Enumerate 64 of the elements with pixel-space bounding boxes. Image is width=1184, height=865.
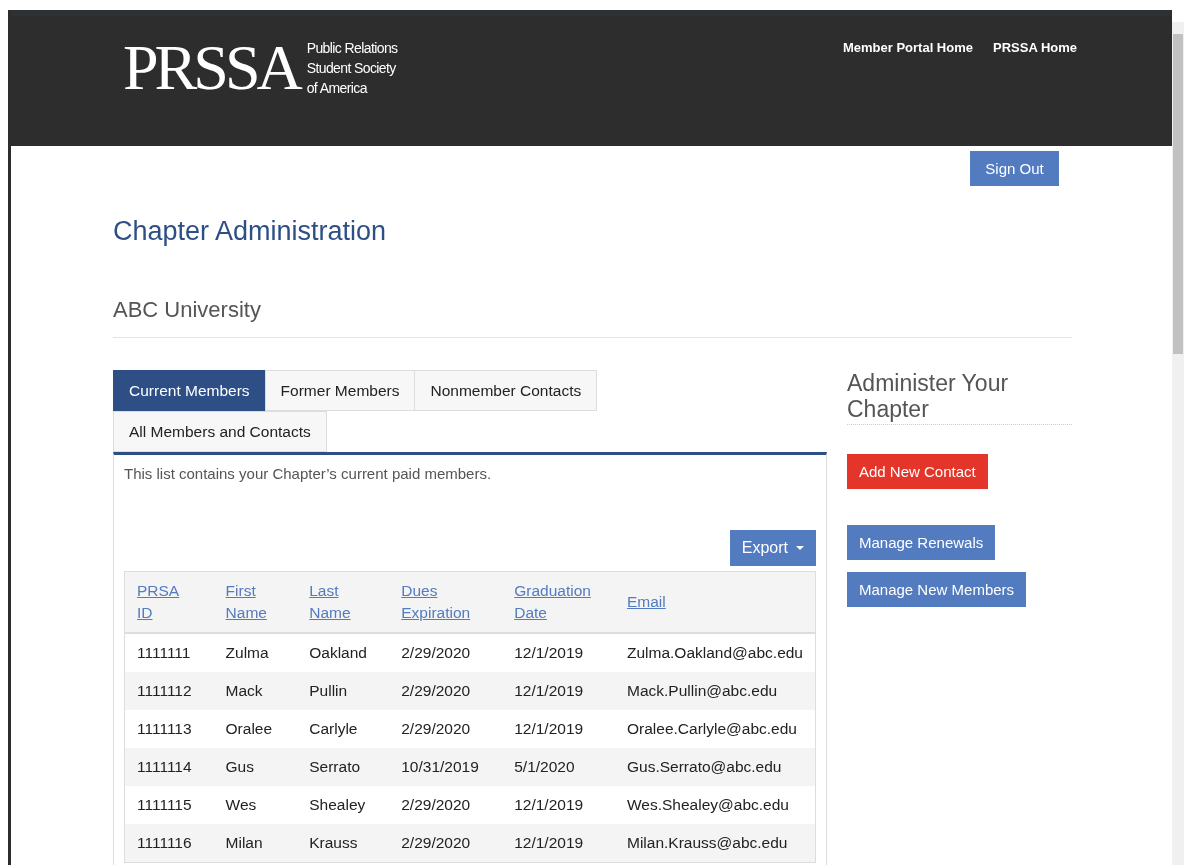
table-cell: Milan.Krauss@abc.edu bbox=[627, 834, 788, 851]
column-header-link[interactable]: Last Name bbox=[309, 580, 351, 624]
sidebar-title: Administer Your Chapter bbox=[847, 370, 1072, 425]
table-cell: 2/29/2020 bbox=[401, 834, 471, 851]
table-cell: 10/31/2019 bbox=[401, 758, 479, 775]
description-text: This list contains your Chapter’s current paid members. bbox=[124, 465, 493, 482]
chapter-name: ABC University bbox=[113, 297, 1073, 338]
column-header-link[interactable]: Email bbox=[627, 591, 666, 613]
nav-link[interactable]: PRSSA Home bbox=[993, 40, 1078, 55]
caret-icon bbox=[796, 546, 804, 550]
table-cell: Wes bbox=[225, 796, 257, 813]
logo-tagline: Public Relations bbox=[306, 39, 398, 58]
table-cell: 12/1/2019 bbox=[514, 720, 584, 737]
logo-tagline: Student Society bbox=[306, 59, 397, 78]
sign-out-button[interactable]: Sign Out bbox=[970, 151, 1060, 186]
table-cell: Gus bbox=[225, 758, 254, 775]
scrollbar-thumb[interactable] bbox=[1173, 34, 1183, 354]
scrollbar[interactable] bbox=[1172, 22, 1184, 865]
tab[interactable]: Nonmember Contacts bbox=[414, 370, 598, 411]
table-cell: Pullin bbox=[309, 682, 348, 699]
action-button[interactable]: Manage Renewals bbox=[847, 525, 996, 560]
table-cell: Gus.Serrato@abc.edu bbox=[627, 758, 782, 775]
nav-link[interactable]: Member Portal Home bbox=[842, 40, 973, 55]
table-cell: 2/29/2020 bbox=[401, 682, 471, 699]
table-cell: 1111116 bbox=[137, 834, 192, 851]
table-cell: Oralee bbox=[225, 720, 273, 737]
logo-wordmark: PRSSA bbox=[123, 38, 299, 98]
table-cell: 1111115 bbox=[137, 796, 192, 813]
column-header-link[interactable]: First Name bbox=[225, 580, 267, 624]
table-cell: Zulma.Oakland@abc.edu bbox=[627, 644, 803, 661]
table-cell: 1111111 bbox=[137, 644, 191, 661]
column-header-link[interactable]: Graduation Date bbox=[514, 580, 591, 624]
action-button[interactable]: Manage New Members bbox=[847, 572, 1027, 607]
table-cell: 2/29/2020 bbox=[401, 644, 471, 661]
table-cell: Shealey bbox=[309, 796, 366, 813]
export-button[interactable]: Export bbox=[729, 530, 816, 566]
table-cell: 5/1/2020 bbox=[514, 758, 575, 775]
table-cell: Oakland bbox=[309, 644, 367, 661]
table-cell: 2/29/2020 bbox=[401, 720, 471, 737]
column-header-link[interactable]: Dues Expiration bbox=[401, 580, 471, 624]
table-cell: 12/1/2019 bbox=[514, 796, 584, 813]
table-cell: Mack bbox=[225, 682, 263, 699]
table-cell: 1111112 bbox=[137, 682, 192, 699]
tab[interactable]: All Members and Contacts bbox=[113, 411, 327, 452]
table-cell: 12/1/2019 bbox=[514, 644, 584, 661]
table-cell: 1111113 bbox=[137, 720, 192, 737]
tab[interactable]: Former Members bbox=[264, 370, 416, 411]
table-cell: Wes.Shealey@abc.edu bbox=[627, 796, 789, 813]
table-cell: Serrato bbox=[309, 758, 361, 775]
table-cell: Oralee.Carlyle@abc.edu bbox=[627, 720, 797, 737]
table-cell: 12/1/2019 bbox=[514, 834, 584, 851]
table-cell: 1111114 bbox=[137, 758, 192, 775]
table-cell: 12/1/2019 bbox=[514, 682, 584, 699]
logo-tagline: of America bbox=[306, 79, 369, 98]
table-cell: 2/29/2020 bbox=[401, 796, 471, 813]
table-cell: Carlyle bbox=[309, 720, 358, 737]
table-cell: Mack.Pullin@abc.edu bbox=[627, 682, 778, 699]
column-header-link[interactable]: PRSA ID bbox=[137, 580, 179, 624]
table-cell: Krauss bbox=[309, 834, 358, 851]
table-cell: Zulma bbox=[225, 644, 269, 661]
tab[interactable]: Current Members bbox=[113, 370, 266, 411]
table-cell: Milan bbox=[225, 834, 263, 851]
page-title: Chapter Administration bbox=[113, 216, 388, 247]
action-button[interactable]: Add New Contact bbox=[847, 454, 988, 489]
